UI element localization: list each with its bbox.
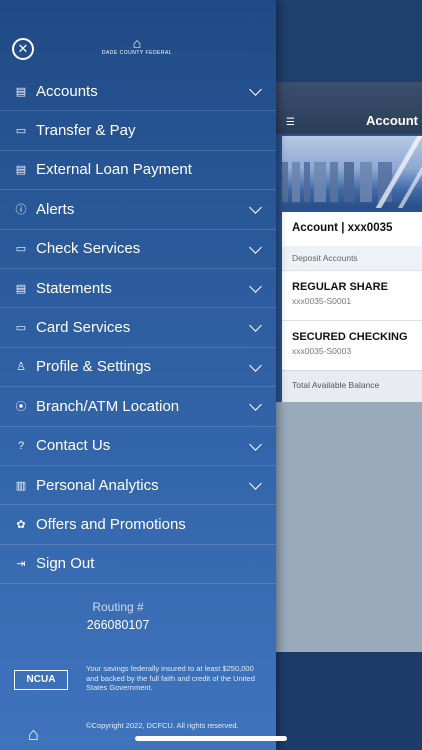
menu-item-label: External Loan Payment <box>36 161 192 179</box>
account-row[interactable]: SECURED CHECKING xxx0035-S0003 <box>282 320 422 370</box>
menu-item-label: Personal Analytics <box>36 476 159 494</box>
account-name: SECURED CHECKING <box>292 331 408 343</box>
routing-info: Routing # 266080107 <box>0 600 236 632</box>
deposit-accounts-label: Deposit Accounts <box>282 246 422 270</box>
chevron-down-icon[interactable] <box>249 358 262 372</box>
close-icon[interactable]: ✕ <box>12 38 34 60</box>
equal-housing-icon: ⌂ <box>28 724 39 744</box>
chevron-down-icon[interactable] <box>249 201 262 215</box>
logo-mark-icon: ⌂ <box>132 35 142 51</box>
menu-item-alerts[interactable]: ⓘ Alerts <box>0 190 276 230</box>
menu-item-label: Statements <box>36 279 112 297</box>
menu-item-label: Profile & Settings <box>36 358 152 376</box>
accounts-panel: Account | xxx0035 Deposit Accounts REGUL… <box>282 212 422 402</box>
bottom-bar <box>276 652 422 750</box>
chevron-down-icon[interactable] <box>249 437 262 451</box>
statement-icon: ▤ <box>15 282 27 295</box>
menu-item-label: Offers and Promotions <box>36 515 186 533</box>
menu-item-transfer-pay[interactable]: ▭ Transfer & Pay <box>0 111 276 151</box>
logo-text: DADE COUNTY FEDERAL <box>101 50 173 56</box>
menu-item-label: Check Services <box>36 240 141 258</box>
menu-item-card-services[interactable]: ▭ Card Services <box>0 308 276 348</box>
sign-out-icon: ⇥ <box>16 558 26 571</box>
menu-item-label: Transfer & Pay <box>36 122 136 140</box>
account-name: REGULAR SHARE <box>292 281 388 293</box>
account-number: xxx0035-S0001 <box>292 296 352 306</box>
account-header: Account | xxx0035 <box>282 212 422 246</box>
insurance-disclaimer: Your savings federally insured to at lea… <box>86 664 255 692</box>
chevron-down-icon[interactable] <box>249 319 262 333</box>
menu-item-profile-settings[interactable]: ♙ Profile & Settings <box>0 348 276 388</box>
alert-icon: ⓘ <box>15 204 27 217</box>
profile-icon: ♙ <box>16 361 26 374</box>
menu-item-sign-out[interactable]: ⇥ Sign Out <box>0 545 276 585</box>
chevron-down-icon[interactable] <box>249 83 262 96</box>
menu-item-personal-analytics[interactable]: ▥ Personal Analytics <box>0 466 276 506</box>
copyright-text: ©Copyright 2022, DCFCU. All rights reser… <box>86 721 239 730</box>
menu-item-label: Card Services <box>36 319 131 337</box>
home-indicator <box>135 736 287 741</box>
card-icon: ▭ <box>15 322 27 335</box>
menu-item-label: Sign Out <box>36 555 95 573</box>
chevron-down-icon[interactable] <box>249 398 262 411</box>
check-icon: ▭ <box>15 243 27 256</box>
menu-item-label: Branch/ATM Location <box>36 397 180 415</box>
analytics-icon: ▥ <box>15 479 27 492</box>
menu-item-accounts[interactable]: ▤ Accounts <box>0 72 276 112</box>
menu-item-statements[interactable]: ▤ Statements <box>0 269 276 309</box>
total-balance-label: Total Available Balance <box>282 370 422 400</box>
chevron-down-icon[interactable] <box>249 240 262 254</box>
menu-item-contact-us[interactable]: ? Contact Us <box>0 427 276 466</box>
offers-icon: ✿ <box>16 518 26 531</box>
ncua-badge: NCUA <box>14 670 68 690</box>
menu-item-label: Contact Us <box>36 437 111 455</box>
navigation-drawer: ✕ ⌂ DADE COUNTY FEDERAL ▤ Accounts ▭ Transf… <box>0 0 287 750</box>
header-title: Account <box>366 113 418 128</box>
menu-item-external-loan-payment[interactable]: ▤ External Loan Payment <box>0 151 276 191</box>
hero-image <box>282 136 422 208</box>
help-icon: ? <box>17 439 25 452</box>
chevron-down-icon[interactable] <box>249 280 262 293</box>
content-overlay <box>276 402 422 652</box>
drawer-header: ✕ ⌂ DADE COUNTY FEDERAL <box>0 28 276 70</box>
chevron-down-icon[interactable] <box>249 477 262 490</box>
menu-item-label: Alerts <box>36 200 75 218</box>
routing-number: 266080107 <box>86 618 150 632</box>
status-area <box>276 0 422 82</box>
roof-lines <box>372 136 422 208</box>
loan-payment-icon: ▤ <box>15 164 27 177</box>
account-number: xxx0035-S0003 <box>292 346 352 356</box>
menu-item-offers-and-promotions[interactable]: ✿ Offers and Promotions <box>0 505 276 545</box>
location-pin-icon: ⦿ <box>15 401 27 414</box>
accounts-icon: ▤ <box>15 85 27 98</box>
drawer-menu: ▤ Accounts ▭ Transfer & Pay ▤ External Loan P… <box>0 72 276 585</box>
transfer-icon: ▭ <box>15 125 27 138</box>
menu-item-check-services[interactable]: ▭ Check Services <box>0 230 276 269</box>
app-header: ☰ Account <box>276 82 422 134</box>
account-row[interactable]: REGULAR SHARE xxx0035-S0001 <box>282 270 422 320</box>
menu-item-branch-atm-location[interactable]: ⦿ Branch/ATM Location <box>0 387 276 427</box>
credit-union-logo: ⌂ DADE COUNTY FEDERAL <box>97 36 177 64</box>
menu-icon[interactable]: ☰ <box>286 117 295 128</box>
menu-item-label: Accounts <box>36 82 98 100</box>
routing-label: Routing # <box>92 600 144 614</box>
